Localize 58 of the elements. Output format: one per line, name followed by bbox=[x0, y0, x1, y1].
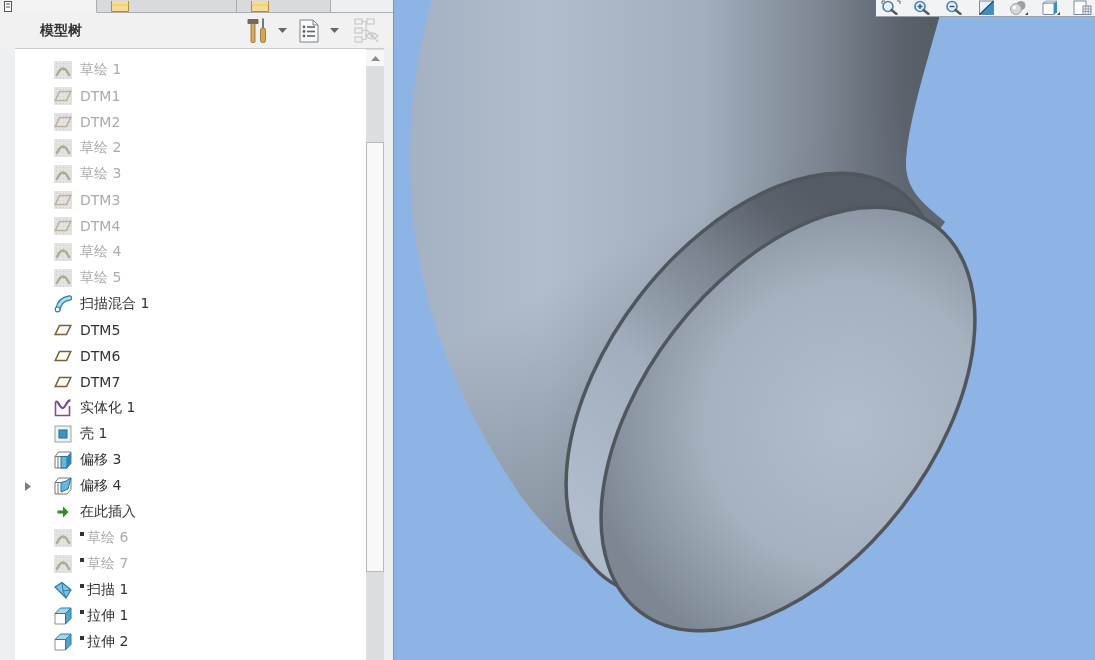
arrow-icon bbox=[57, 506, 69, 518]
tree-item[interactable]: 在此插入 bbox=[54, 501, 136, 523]
tree-item[interactable]: DTM5 bbox=[54, 319, 121, 341]
arc-icon bbox=[54, 165, 72, 183]
cube-icon bbox=[54, 633, 72, 651]
zoom-fit-icon[interactable] bbox=[881, 0, 901, 15]
square-marker-icon bbox=[80, 558, 84, 562]
tree-item[interactable]: 偏移 3 bbox=[54, 449, 122, 471]
stacked-blocks-icon bbox=[54, 451, 72, 469]
cube-icon bbox=[54, 607, 72, 625]
scrollbar-thumb[interactable] bbox=[366, 142, 384, 572]
diagonal-square-icon[interactable] bbox=[977, 0, 997, 15]
list-page-icon[interactable] bbox=[299, 18, 319, 43]
arc-icon bbox=[54, 243, 72, 261]
framed-square-icon bbox=[54, 425, 72, 443]
scrollbar[interactable] bbox=[366, 48, 384, 660]
box-icon[interactable] bbox=[1041, 0, 1061, 15]
panel-tab[interactable] bbox=[0, 0, 97, 13]
folder-icon bbox=[111, 1, 129, 12]
zoom-in-icon[interactable] bbox=[913, 0, 933, 15]
tree-item[interactable]: 扫描 1 bbox=[54, 579, 129, 601]
dropdown-caret-icon[interactable] bbox=[330, 28, 339, 33]
square-marker-icon bbox=[80, 610, 84, 614]
parallelogram-icon bbox=[54, 217, 72, 235]
tree-item[interactable]: 扫描混合 1 bbox=[54, 293, 150, 315]
wave-frame-icon bbox=[54, 399, 72, 417]
arc-icon bbox=[54, 61, 72, 79]
folder-icon bbox=[251, 1, 269, 12]
parallelogram-icon bbox=[54, 87, 72, 105]
tree-item[interactable]: DTM7 bbox=[54, 371, 121, 393]
parallelogram-icon bbox=[54, 113, 72, 131]
arc-icon bbox=[54, 529, 72, 547]
hammer-screwdriver-icon[interactable] bbox=[247, 18, 267, 43]
square-marker-icon bbox=[80, 532, 84, 536]
zoom-out-icon[interactable] bbox=[945, 0, 965, 15]
tree-item[interactable]: 偏移 4 bbox=[54, 475, 122, 497]
dropdown-caret-icon[interactable] bbox=[278, 28, 287, 33]
scroll-up-button[interactable] bbox=[366, 50, 384, 66]
arc-icon bbox=[54, 555, 72, 573]
arc-icon bbox=[54, 139, 72, 157]
tube-icon bbox=[54, 295, 72, 313]
tree-item[interactable]: DTM6 bbox=[54, 345, 121, 367]
up-arrow-icon bbox=[370, 55, 380, 61]
tree-item[interactable]: 壳 1 bbox=[54, 423, 108, 445]
slanted-block-icon bbox=[54, 477, 72, 495]
spheres-icon[interactable] bbox=[1009, 0, 1029, 15]
tree-item[interactable]: 拉伸 1 bbox=[54, 605, 129, 627]
grid-page-icon[interactable] bbox=[1073, 0, 1093, 15]
square-marker-icon bbox=[80, 636, 84, 640]
document-icon bbox=[4, 1, 12, 12]
parallelogram-icon bbox=[54, 191, 72, 209]
panel-title: 模型树 bbox=[40, 21, 82, 40]
tree-item[interactable]: 拉伸 2 bbox=[54, 631, 129, 653]
kite-icon bbox=[54, 581, 72, 599]
tree-item[interactable]: 实体化 1 bbox=[54, 397, 136, 419]
expand-arrow-icon[interactable] bbox=[25, 481, 31, 491]
square-marker-icon bbox=[80, 584, 84, 588]
arc-icon bbox=[54, 269, 72, 287]
